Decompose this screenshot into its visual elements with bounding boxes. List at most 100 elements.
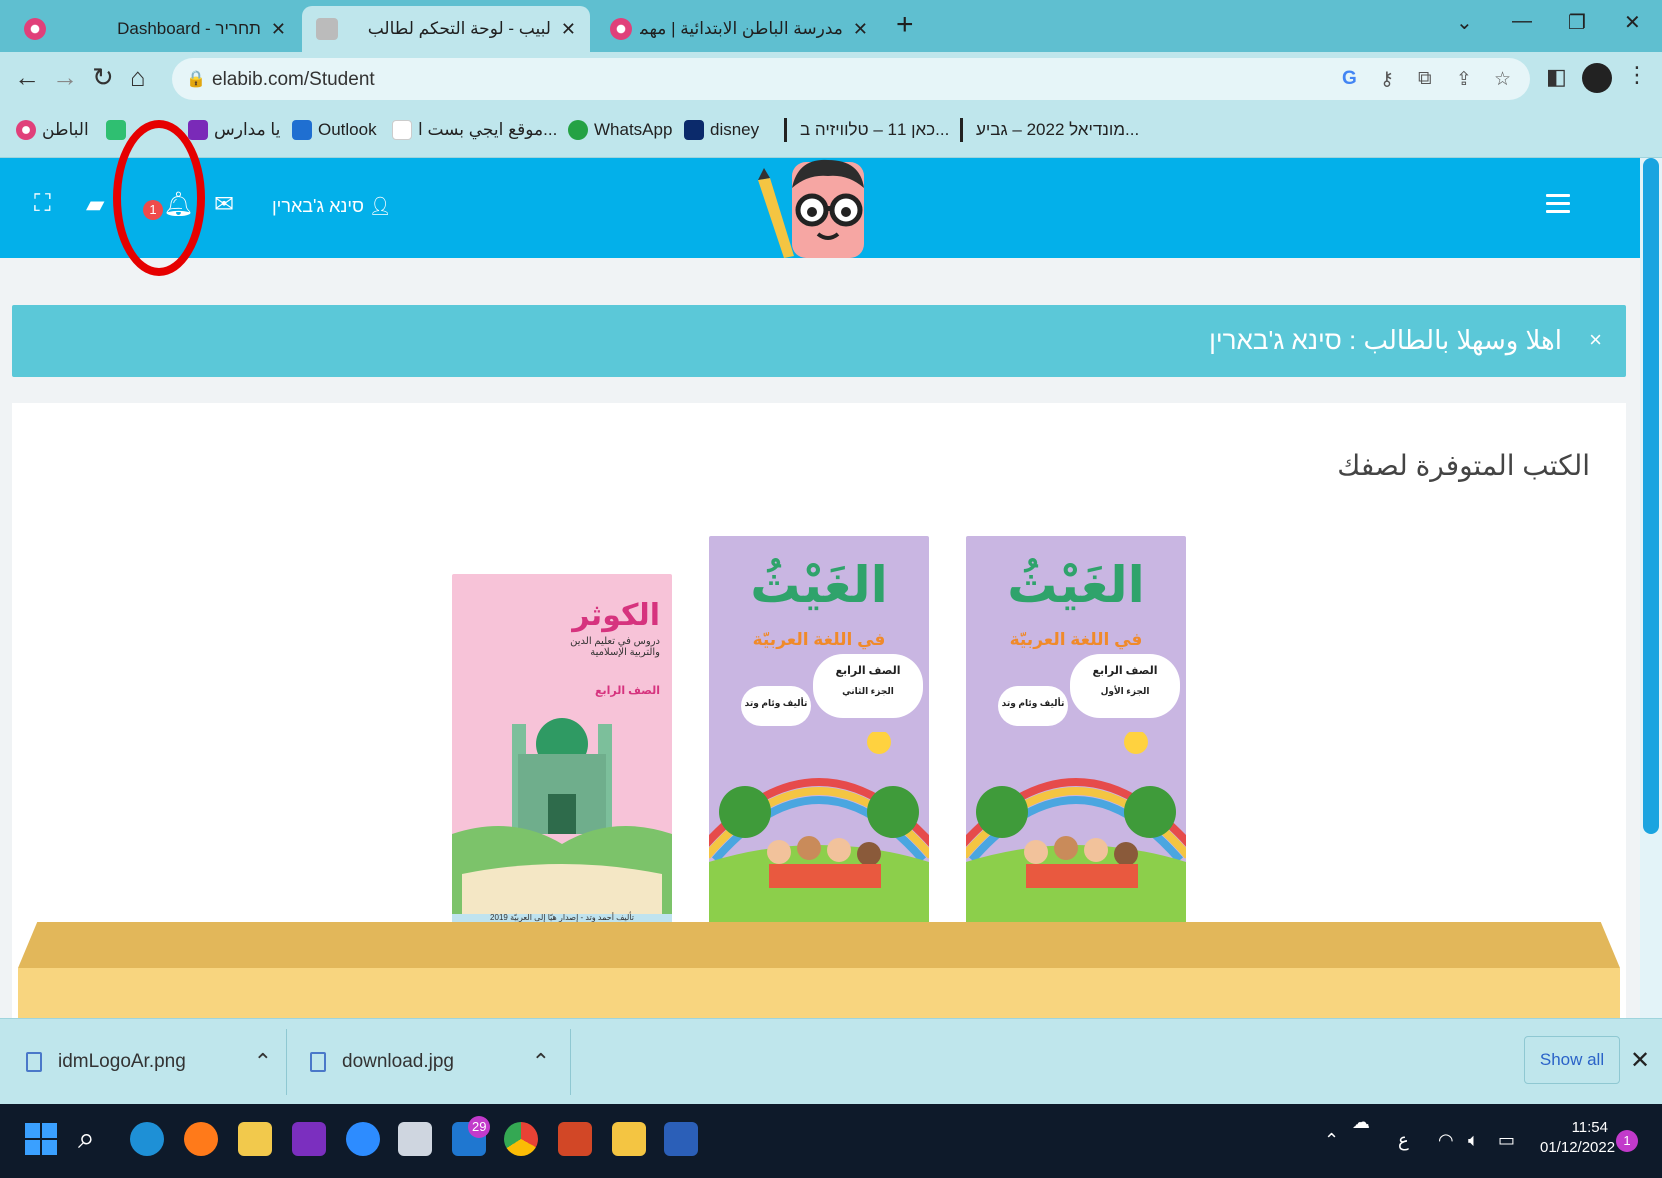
close-tab-icon[interactable]: ✕ — [561, 19, 576, 40]
flower-icon — [16, 120, 36, 140]
close-tab-icon[interactable]: ✕ — [271, 19, 286, 40]
profile-avatar[interactable] — [1582, 63, 1612, 93]
show-all-button[interactable]: Show all — [1524, 1036, 1620, 1084]
download-item-idmlogo[interactable]: idmLogoAr.png ⌃ — [26, 1019, 272, 1105]
book-cover-ghaith-part2[interactable]: الغَيْثُ في اللغة العربيّة الصف الرابع ا… — [709, 536, 929, 928]
bookmark-disney[interactable]: disney — [684, 120, 759, 140]
book-part: الجزء الثاني — [842, 686, 894, 696]
cloud-icon[interactable]: ☁ — [1352, 1112, 1370, 1133]
user-menu[interactable]: 👤︎ סינא ג'בארין — [272, 196, 392, 217]
bookmark-ya-madares[interactable]: يا مدارس — [188, 120, 280, 140]
author-cloud: تأليف وئام وتد — [741, 686, 811, 726]
tab-search-icon[interactable]: ⌄ — [1456, 10, 1473, 35]
book-grade: الصف الرابع — [1092, 665, 1158, 677]
browser-toolbar: ← → ↻ ⌂ 🔒 elabib.com/Student G ⚷ ⧉ ⇪ ☆ ◧… — [0, 52, 1662, 106]
scrollbar-thumb[interactable] — [1643, 158, 1659, 834]
bookmark-kan11[interactable]: כאן 11 – טלוויזיה ב... — [800, 120, 949, 140]
close-tab-icon[interactable]: ✕ — [853, 19, 868, 40]
google-icon[interactable]: G — [1342, 68, 1357, 90]
keyboard-language[interactable]: ع — [1398, 1130, 1409, 1151]
close-window-button[interactable]: ✕ — [1624, 10, 1641, 35]
close-downloads-icon[interactable]: ✕ — [1630, 1046, 1650, 1075]
bookmark-whatsapp[interactable]: WhatsApp — [568, 120, 672, 140]
books-title: الكتب المتوفرة لصفك — [1337, 450, 1590, 481]
close-alert-button[interactable]: × — [1589, 327, 1602, 353]
word-icon[interactable] — [664, 1122, 698, 1156]
onenote-icon[interactable] — [292, 1122, 326, 1156]
key-icon[interactable]: ⚷ — [1380, 68, 1394, 91]
chevron-up-icon[interactable]: ⌃ — [254, 1049, 272, 1075]
tab-title: مدرسة الباطن الابتدائية | مهمة دين — [640, 19, 843, 38]
volume-icon[interactable]: 🔈︎ — [1468, 1130, 1479, 1151]
reload-icon[interactable]: ↻ — [92, 62, 114, 93]
book-subtitle: في اللغة العربيّة — [1009, 630, 1143, 649]
clock-time: 11:54 — [1571, 1119, 1608, 1136]
kan-icon — [784, 118, 787, 142]
forward-icon[interactable]: → — [52, 62, 78, 93]
outlook-icon — [292, 120, 312, 140]
url-text[interactable]: elabib.com/Student — [212, 69, 375, 91]
show-hidden-icons-icon[interactable]: ⌃ — [1324, 1130, 1339, 1151]
edge-icon[interactable] — [130, 1122, 164, 1156]
files-icon[interactable] — [238, 1122, 272, 1156]
bookmark-egybest[interactable]: موقع ايجي بست ا... — [392, 120, 557, 140]
wifi-icon[interactable]: ◠ — [1438, 1130, 1454, 1151]
restore-button[interactable]: ❐ — [1568, 10, 1586, 35]
tab-student-dashboard[interactable]: لبيب - لوحة التحكم لطالب ✕ — [302, 6, 590, 52]
translate-icon[interactable]: ⧉ — [1418, 68, 1432, 90]
menu-kebab-icon[interactable]: ⋮ — [1626, 62, 1648, 88]
chevron-up-icon[interactable]: ⌃ — [532, 1049, 550, 1075]
home-icon[interactable]: ⌂ — [130, 62, 146, 93]
powerpoint-icon[interactable] — [558, 1122, 592, 1156]
tab-dashboard[interactable]: תחריר - Dashboard ✕ — [10, 6, 300, 52]
download-item-download-jpg[interactable]: download.jpg ⌃ — [310, 1019, 550, 1105]
bookmark-chat[interactable] — [106, 120, 132, 140]
messages-icon[interactable]: ✉︎ — [214, 190, 234, 219]
bookmarks-bar: الباطن يا مدارس Outlook موقع ايجي بست ا.… — [0, 106, 1662, 158]
zoom-icon[interactable] — [346, 1122, 380, 1156]
taskbar-clock[interactable]: 11:54 01/12/2022 — [1540, 1118, 1616, 1158]
book-cover-kawthar[interactable]: الكوثر دروس في تعليم الدين والتربية الإس… — [452, 574, 672, 928]
hamburger-menu-icon[interactable] — [1546, 194, 1570, 214]
clock-date: 01/12/2022 — [1540, 1139, 1616, 1156]
printer-icon[interactable] — [398, 1122, 432, 1156]
new-tab-button[interactable]: + — [896, 8, 914, 42]
flower-icon — [24, 18, 46, 40]
page-scrollbar[interactable] — [1640, 158, 1662, 1018]
image-file-icon — [310, 1052, 326, 1072]
user-icon: 👤︎ — [368, 196, 392, 216]
tab-title: תחריר - Dashboard — [117, 19, 261, 38]
bookshelf-top — [18, 922, 1620, 968]
book-cover-ghaith-part1[interactable]: الغَيْثُ في اللغة العربيّة الصف الرابع ا… — [966, 536, 1186, 928]
star-icon[interactable]: ☆ — [1494, 68, 1511, 91]
start-icon[interactable] — [24, 1122, 58, 1156]
book-footer: تأليف أحمد وتد - إصدار هيّا إلى العربيّة… — [490, 913, 634, 922]
book-title: الكوثر — [572, 599, 660, 632]
side-panel-icon[interactable]: ◧ — [1546, 64, 1567, 90]
book-author: تأليف وئام وتد — [1001, 698, 1065, 708]
chrome-icon[interactable] — [504, 1122, 538, 1156]
search-icon[interactable]: ⌕ — [78, 1122, 95, 1156]
download-filename: idmLogoAr.png — [58, 1051, 186, 1072]
tab-school[interactable]: مدرسة الباطن الابتدائية | مهمة دين ✕ — [596, 6, 882, 52]
notification-center-badge[interactable]: 1 — [1616, 1130, 1638, 1152]
firefox-icon[interactable] — [184, 1122, 218, 1156]
labib-logo[interactable] — [748, 158, 888, 258]
chat-icon[interactable]: ▰ — [86, 190, 104, 219]
battery-icon[interactable]: ▭ — [1498, 1130, 1515, 1151]
fullscreen-icon[interactable]: ⛶ — [34, 190, 51, 218]
share-icon[interactable]: ⇪ — [1456, 68, 1472, 91]
bookmark-outlook[interactable]: Outlook — [292, 120, 377, 140]
book-author: تأليف وئام وتد — [744, 698, 808, 708]
labib-favicon-icon — [316, 18, 338, 40]
welcome-alert: اهلا وسهلا بالطالب : סינא ג'בארין × — [12, 305, 1626, 377]
lock-icon[interactable]: 🔒 — [186, 69, 206, 89]
highlight-annotation — [113, 120, 205, 276]
back-icon[interactable]: ← — [14, 62, 40, 93]
cloud-label: الصف الرابع الجزء الأول — [1070, 654, 1180, 718]
bookmark-albaten[interactable]: الباطن — [16, 120, 89, 140]
file-explorer-icon[interactable] — [612, 1122, 646, 1156]
address-bar[interactable]: 🔒 elabib.com/Student G ⚷ ⧉ ⇪ ☆ — [172, 58, 1530, 100]
bookmark-mondial[interactable]: מונדיאל 2022 – גביע... — [976, 120, 1139, 140]
minimize-button[interactable]: — — [1512, 10, 1532, 33]
